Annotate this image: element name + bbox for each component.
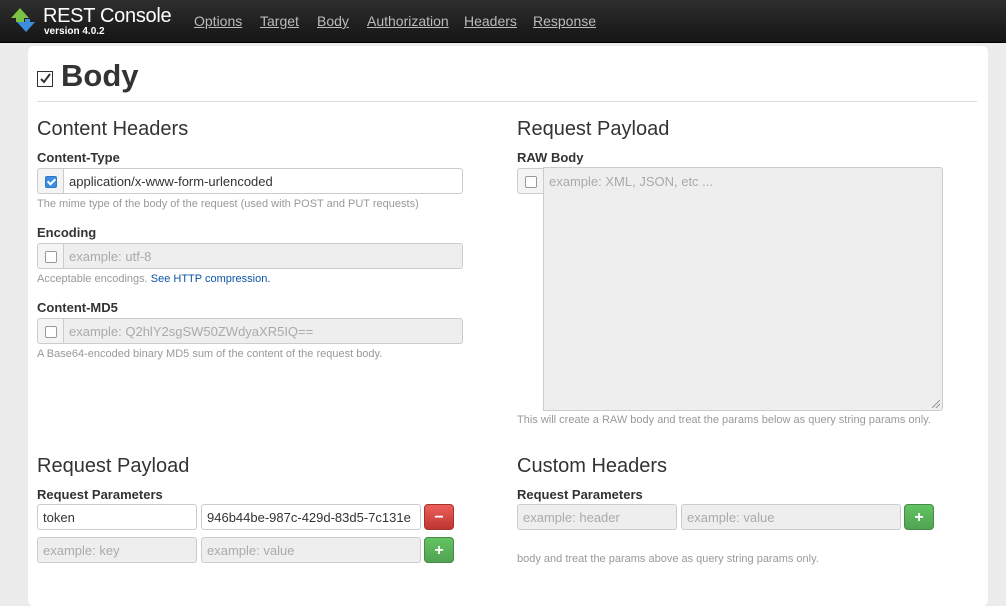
raw-body-toggle[interactable] xyxy=(517,168,543,194)
remove-param-button[interactable]: − xyxy=(424,504,454,530)
raw-body-help: This will create a RAW body and treat th… xyxy=(517,414,931,426)
content-type-toggle[interactable] xyxy=(37,168,63,194)
content-type-input[interactable]: application/x-www-form-urlencoded xyxy=(63,168,463,194)
content-md5-input[interactable]: example: Q2hlY2sgSW50ZWdyaXR5IQ== xyxy=(63,318,463,344)
encoding-input[interactable]: example: utf-8 xyxy=(63,243,463,269)
top-navbar: REST Console version 4.0.2 Options Targe… xyxy=(0,0,1006,43)
raw-body-label: RAW Body xyxy=(517,150,584,165)
request-payload-title: Request Payload xyxy=(37,455,190,477)
resize-handle-icon[interactable] xyxy=(932,400,940,408)
nav-headers[interactable]: Headers xyxy=(464,13,517,29)
add-param-button[interactable]: + xyxy=(424,537,454,563)
nav-options[interactable]: Options xyxy=(194,13,242,29)
content-type-help: The mime type of the body of the request… xyxy=(37,198,419,210)
encoding-help: Acceptable encodings. See HTTP compressi… xyxy=(37,273,270,285)
app-title: REST Console xyxy=(43,5,172,27)
raw-body-checkbox[interactable] xyxy=(525,176,537,188)
app-version: version 4.0.2 xyxy=(44,26,105,37)
nav-authorization[interactable]: Authorization xyxy=(367,13,449,29)
encoding-label: Encoding xyxy=(37,225,97,240)
request-parameters-label: Request Parameters xyxy=(37,487,163,502)
nav-target[interactable]: Target xyxy=(260,13,299,29)
content-type-label: Content-Type xyxy=(37,150,120,165)
nav-body[interactable]: Body xyxy=(317,13,349,29)
section-title: Body xyxy=(61,58,139,93)
content-md5-checkbox[interactable] xyxy=(45,326,57,338)
content-md5-label: Content-MD5 xyxy=(37,300,118,315)
content-md5-help: A Base64-encoded binary MD5 sum of the c… xyxy=(37,348,383,360)
rest-console-logo-icon xyxy=(11,8,35,32)
header-name-input[interactable]: example: header xyxy=(517,504,677,530)
nav-response[interactable]: Response xyxy=(533,13,596,29)
custom-headers-params-label: Request Parameters xyxy=(517,487,643,502)
param-key-input[interactable]: token xyxy=(37,504,197,530)
encoding-help-text: Acceptable encodings. xyxy=(37,273,148,285)
new-param-key-input[interactable]: example: key xyxy=(37,537,197,563)
custom-headers-title: Custom Headers xyxy=(517,455,668,477)
custom-headers-help: body and treat the params above as query… xyxy=(517,553,819,565)
encoding-checkbox[interactable] xyxy=(45,251,57,263)
param-value-input[interactable]: 946b44be-987c-429d-83d5-7c131e xyxy=(201,504,421,530)
http-compression-link[interactable]: See HTTP compression. xyxy=(151,273,271,285)
header-value-input[interactable]: example: value xyxy=(681,504,901,530)
raw-payload-title: Request Payload xyxy=(517,118,670,140)
encoding-toggle[interactable] xyxy=(37,243,63,269)
checkbox-icon[interactable] xyxy=(37,71,53,87)
new-param-value-input[interactable]: example: value xyxy=(201,537,421,563)
content-type-checkbox[interactable] xyxy=(45,176,57,188)
content-md5-toggle[interactable] xyxy=(37,318,63,344)
raw-body-placeholder: example: XML, JSON, etc ... xyxy=(549,174,713,189)
content-headers-title: Content Headers xyxy=(37,118,189,140)
add-header-button[interactable]: + xyxy=(904,504,934,530)
divider xyxy=(37,101,977,102)
raw-body-textarea[interactable]: example: XML, JSON, etc ... xyxy=(543,167,943,411)
